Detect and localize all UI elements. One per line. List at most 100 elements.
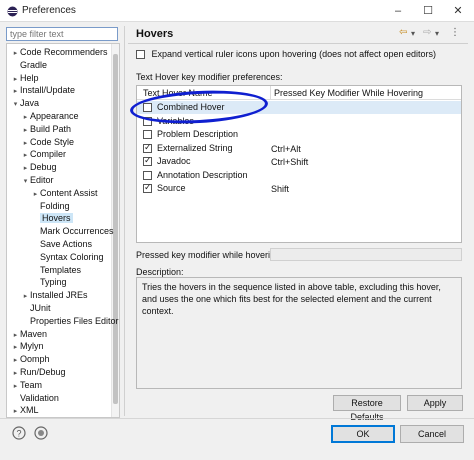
hover-name-cell: Problem Description [143, 129, 238, 140]
table-row[interactable]: Problem Description [137, 128, 461, 141]
tree-item[interactable]: ▸ Mylyn [11, 340, 44, 352]
tree-item-label: Properties Files Editor [30, 315, 119, 326]
tree-item[interactable]: ▸ Appearance [21, 110, 79, 122]
tree-item[interactable]: ▸ Run/Debug [11, 366, 66, 378]
modifier-field[interactable] [270, 248, 462, 261]
back-history-chevron-icon[interactable]: ▾ [411, 29, 415, 38]
tree-item[interactable]: ▸ Code Style [21, 136, 74, 148]
tree-item-label: Gradle [20, 59, 48, 70]
tree-item[interactable]: ▾ Editor [21, 174, 54, 186]
tree-item[interactable]: ▸ Code Recommenders [11, 46, 108, 58]
expand-ruler-checkbox[interactable] [136, 50, 145, 60]
expand-ruler-option[interactable]: Expand vertical ruler icons upon hoverin… [136, 49, 436, 60]
hover-name-cell: Variables [143, 116, 194, 126]
table-row[interactable]: Source Shift [137, 182, 461, 195]
hover-name: Annotation Description [157, 169, 248, 180]
import-export-icon[interactable] [34, 426, 48, 440]
minimize-button[interactable]: – [384, 1, 412, 21]
table-row[interactable]: Annotation Description [137, 169, 461, 182]
tree-item[interactable]: ▸ Help [11, 72, 39, 84]
maximize-button[interactable]: ☐ [414, 1, 442, 21]
hover-enabled-checkbox[interactable] [143, 130, 152, 140]
tree-item[interactable]: ▸ Debug [21, 161, 57, 173]
page-title: Hovers [136, 28, 174, 40]
tree-item-label: Content Assist [40, 187, 98, 198]
tree-item-label: JUnit [30, 303, 51, 313]
tree-item[interactable]: Save Actions [31, 238, 92, 250]
hover-enabled-checkbox[interactable] [143, 142, 152, 153]
tree-item-label: Help [20, 72, 39, 83]
filter-input[interactable] [6, 27, 118, 41]
tree-item-label: Code Recommenders [20, 47, 108, 57]
hover-name: Variables [157, 115, 194, 126]
tree-item-label: Editor [30, 175, 54, 185]
tree-item[interactable]: ▸ Content Assist [31, 187, 98, 199]
tree-item[interactable]: ▸ Maven [11, 328, 47, 340]
table-row[interactable]: Variables [137, 115, 461, 128]
table-row[interactable]: Combined Hover [137, 101, 461, 114]
tree-item-label: Templates [40, 264, 82, 275]
window-titlebar: Preferences – ☐ ✕ [0, 0, 474, 22]
panel-sash[interactable] [124, 26, 125, 416]
hover-name-cell: Combined Hover [143, 102, 225, 113]
tree-item[interactable]: ▸ Team [11, 379, 42, 391]
tree-item[interactable]: Properties Files Editor [21, 315, 119, 327]
tree-item[interactable]: ▾ Java [11, 97, 39, 109]
tree-item-label: XML [20, 405, 39, 416]
tree-item-label: Run/Debug [20, 367, 66, 377]
tree-item[interactable]: Typing [31, 276, 67, 288]
page-header: Hovers ⇦ ▾ ⇨ ▾ ⋮ [128, 25, 468, 41]
hover-name-cell: Externalized String [143, 142, 233, 153]
tree-item[interactable]: ▸ Oomph [11, 353, 50, 365]
tree-item[interactable]: Syntax Coloring [31, 251, 104, 263]
hover-enabled-checkbox[interactable] [143, 182, 152, 194]
table-row[interactable]: Javadoc Ctrl+Shift [137, 155, 461, 168]
restore-defaults-button[interactable]: Restore Defaults [333, 395, 401, 422]
ok-button[interactable]: OK [331, 425, 395, 443]
hover-enabled-checkbox[interactable] [143, 103, 152, 113]
apply-button[interactable]: Apply [407, 395, 463, 411]
tree-item[interactable]: Mark Occurrences [31, 225, 114, 237]
preferences-navigation: ▸Code RecommendersGradle▸Help▸Install/Up… [4, 25, 120, 418]
hover-name-cell: Source [143, 182, 186, 194]
tree-item[interactable]: JUnit [21, 302, 51, 314]
tree-item[interactable]: Folding [31, 200, 70, 212]
eclipse-app-icon [7, 6, 18, 17]
hover-enabled-checkbox[interactable] [143, 155, 152, 167]
hover-name: Javadoc [157, 156, 191, 166]
tree-item-label: Mark Occurrences [40, 226, 114, 237]
cancel-button[interactable]: Cancel [400, 425, 464, 443]
column-header-modifier[interactable]: Pressed Key Modifier While Hovering [274, 88, 423, 98]
hovers-page: Hovers ⇦ ▾ ⇨ ▾ ⋮ Expand vertical ruler i… [128, 25, 468, 422]
table-row[interactable]: Externalized String Ctrl+Alt [137, 142, 461, 155]
tree-item-label: Save Actions [40, 239, 93, 249]
expanded-chevron-icon[interactable]: ▾ [11, 99, 20, 111]
tree-item[interactable]: Templates [31, 264, 81, 276]
tree-item[interactable]: ▸ Installed JREs [21, 289, 88, 301]
tree-item-label: Oomph [20, 354, 50, 365]
column-header-name[interactable]: Text Hover Name [143, 88, 213, 98]
forward-arrow-icon[interactable]: ⇨ [423, 27, 431, 38]
tree-item[interactable]: Hovers [31, 212, 73, 224]
tree-item-label: Mylyn [20, 341, 44, 352]
close-button[interactable]: ✕ [444, 1, 472, 21]
view-menu-icon[interactable]: ⋮ [450, 27, 460, 38]
tree-item-label: Folding [40, 200, 70, 211]
tree-item[interactable]: ▸ Build Path [21, 123, 71, 135]
collapsed-chevron-icon[interactable]: ▸ [11, 406, 20, 417]
tree-item[interactable]: ▸ Install/Update [11, 84, 75, 96]
forward-history-chevron-icon[interactable]: ▾ [435, 29, 439, 38]
tree-item-label: Debug [30, 162, 57, 173]
hover-enabled-checkbox[interactable] [143, 170, 152, 180]
tree-item-label: Build Path [30, 123, 72, 134]
tree-item[interactable]: Gradle [11, 59, 47, 71]
tree-item[interactable]: ▸ XML [11, 404, 39, 416]
tree-item[interactable]: ▸ Compiler [21, 148, 66, 160]
hover-enabled-checkbox[interactable] [143, 116, 152, 126]
help-icon[interactable]: ? [12, 426, 26, 440]
tree-item-label: Team [20, 379, 43, 390]
tree-item[interactable]: Validation [11, 392, 59, 404]
column-separator[interactable] [270, 86, 271, 100]
back-arrow-icon[interactable]: ⇦ [399, 27, 407, 38]
expanded-chevron-icon[interactable]: ▾ [21, 176, 30, 188]
